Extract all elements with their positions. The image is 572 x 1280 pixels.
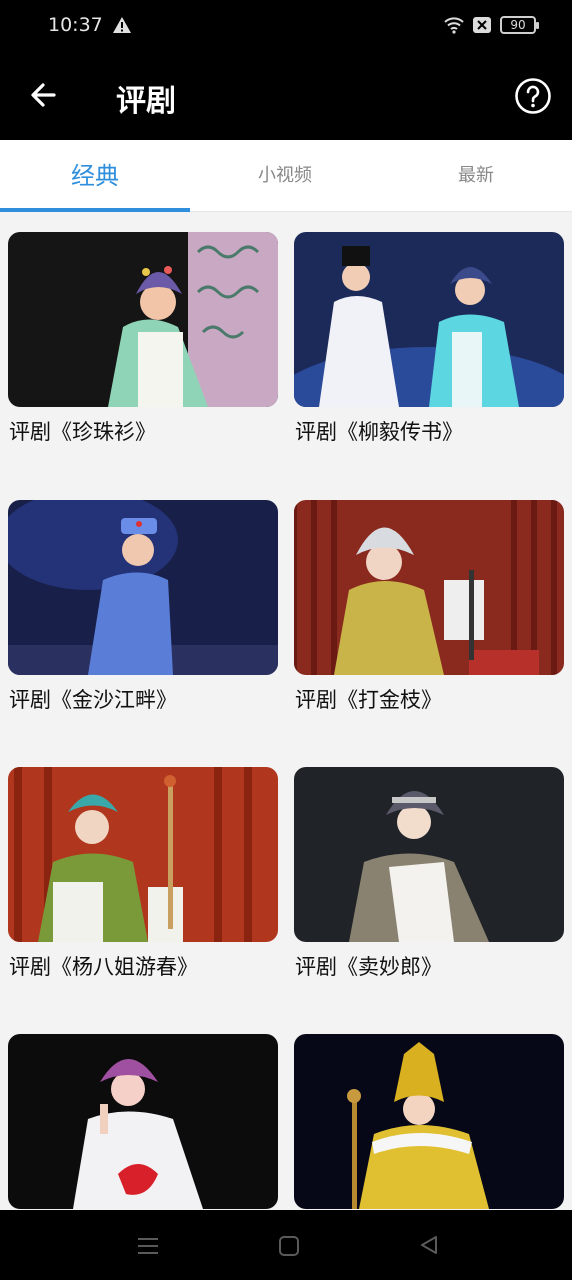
thumbnail-image bbox=[8, 232, 278, 407]
battery-indicator: 90 bbox=[500, 16, 539, 34]
video-thumbnail[interactable] bbox=[294, 767, 564, 942]
video-card[interactable]: 评剧《珍珠衫》 bbox=[8, 232, 278, 480]
video-card[interactable]: 评剧《金沙江畔》 bbox=[8, 500, 278, 748]
tab-short-video[interactable]: 小视频 bbox=[190, 140, 380, 212]
video-title[interactable]: 评剧《柳毅传书》 bbox=[295, 416, 463, 446]
thumbnail-image bbox=[8, 1034, 278, 1209]
video-card[interactable]: 评剧《打金枝》 bbox=[294, 500, 564, 748]
video-card[interactable]: 评剧《柳毅传书》 bbox=[294, 232, 564, 480]
thumbnail-image bbox=[294, 500, 564, 675]
video-title[interactable]: 评剧《打金枝》 bbox=[295, 684, 442, 714]
video-title[interactable]: 评剧《杨八姐游春》 bbox=[9, 951, 198, 981]
video-thumbnail[interactable] bbox=[294, 1034, 564, 1209]
video-card[interactable] bbox=[294, 1034, 564, 1210]
video-title[interactable]: 评剧《珍珠衫》 bbox=[9, 416, 156, 446]
video-card[interactable]: 评剧《杨八姐游春》 bbox=[8, 767, 278, 1015]
page-title: 评剧 bbox=[116, 84, 176, 119]
app-header: 评剧 bbox=[0, 52, 572, 140]
tab-classic[interactable]: 经典 bbox=[0, 140, 190, 212]
system-nav-bar bbox=[0, 1210, 572, 1280]
video-thumbnail[interactable] bbox=[294, 500, 564, 675]
tab-bar: 经典 小视频 最新 bbox=[0, 140, 572, 212]
video-card[interactable]: 评剧《卖妙郎》 bbox=[294, 767, 564, 1015]
video-thumbnail[interactable] bbox=[8, 767, 278, 942]
back-triangle-icon[interactable] bbox=[418, 1234, 440, 1256]
thumbnail-image bbox=[8, 500, 278, 675]
menu-icon[interactable] bbox=[137, 1236, 159, 1256]
video-thumbnail[interactable] bbox=[8, 1034, 278, 1209]
help-icon[interactable] bbox=[514, 77, 552, 115]
video-card[interactable] bbox=[8, 1034, 278, 1210]
thumbnail-image bbox=[8, 767, 278, 942]
wifi-icon bbox=[444, 17, 464, 34]
video-thumbnail[interactable] bbox=[294, 232, 564, 407]
video-grid: 评剧《珍珠衫》 评剧《柳毅传书》 评剧《金沙江畔》 评剧《打金枝》 评剧《杨八姐… bbox=[0, 212, 572, 1210]
video-title[interactable]: 评剧《卖妙郎》 bbox=[295, 951, 442, 981]
video-title[interactable]: 评剧《金沙江畔》 bbox=[9, 684, 177, 714]
video-thumbnail[interactable] bbox=[8, 500, 278, 675]
warning-icon bbox=[113, 17, 131, 33]
home-icon[interactable] bbox=[278, 1235, 300, 1257]
tab-latest[interactable]: 最新 bbox=[381, 140, 571, 212]
thumbnail-image bbox=[294, 232, 564, 407]
no-sim-icon bbox=[473, 17, 491, 33]
thumbnail-image bbox=[294, 1034, 564, 1209]
video-thumbnail[interactable] bbox=[8, 232, 278, 407]
status-bar: 10:37 90 bbox=[0, 0, 572, 52]
back-arrow-icon[interactable] bbox=[24, 74, 66, 116]
thumbnail-image bbox=[294, 767, 564, 942]
status-time: 10:37 bbox=[48, 14, 103, 36]
